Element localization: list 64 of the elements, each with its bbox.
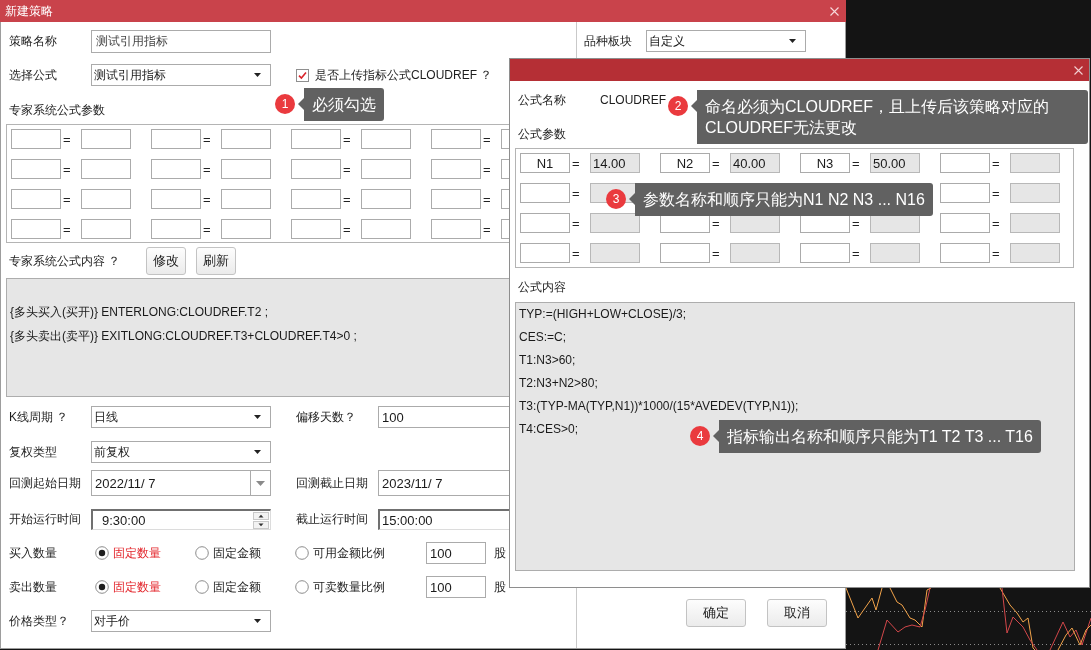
equals-sign: = xyxy=(343,191,351,207)
equals-sign: = xyxy=(572,215,580,231)
field-label: 价格类型？ xyxy=(9,613,69,628)
callout-tooltip: 参数名称和顺序只能为N1 N2 N3 ... N16 xyxy=(629,183,933,216)
field-label: 专家系统公式内容 ？ xyxy=(9,253,121,268)
code-line: {多头卖出(卖平)} EXITLONG:CLOUDREF.T3+CLOUDREF.T4>0 ; xyxy=(10,328,357,345)
equals-sign: = xyxy=(483,131,491,147)
field-label: 卖出数量 xyxy=(9,579,57,594)
equals-sign: = xyxy=(992,245,1000,261)
field-label: 开始运行时间 xyxy=(9,512,81,526)
equals-sign: = xyxy=(483,161,491,177)
code-line: T1:N3>60; xyxy=(519,352,576,369)
equals-sign: = xyxy=(203,161,211,177)
field-label: 选择公式 xyxy=(9,67,57,82)
section-label: 公式参数 xyxy=(518,125,566,143)
equals-sign: = xyxy=(572,245,580,261)
equals-sign: = xyxy=(203,191,211,207)
formula-name: CLOUDREF xyxy=(600,93,666,107)
equals-sign: = xyxy=(63,221,71,237)
section-label: 公式内容 xyxy=(518,278,566,296)
equals-sign: = xyxy=(992,215,1000,231)
equals-sign: = xyxy=(483,191,491,207)
equals-sign: = xyxy=(992,185,1000,201)
equals-sign: = xyxy=(63,131,71,147)
equals-sign: = xyxy=(572,155,580,171)
equals-sign: = xyxy=(483,221,491,237)
equals-sign: = xyxy=(852,215,860,231)
unit-label: 股 xyxy=(494,578,506,596)
equals-sign: = xyxy=(63,161,71,177)
equals-sign: = xyxy=(852,245,860,261)
equals-sign: = xyxy=(712,215,720,231)
equals-sign: = xyxy=(343,161,351,177)
equals-sign: = xyxy=(572,185,580,201)
code-line: T2:N3+N2>80; xyxy=(519,375,598,392)
field-label: 买入数量 xyxy=(9,545,57,560)
field-label: K线周期 ？ xyxy=(9,409,69,424)
field-label: 回测截止日期 xyxy=(296,475,368,490)
equals-sign: = xyxy=(852,155,860,171)
equals-sign: = xyxy=(712,245,720,261)
equals-sign: = xyxy=(63,191,71,207)
field-label: 偏移天数？ xyxy=(296,409,356,424)
field-label: 策略名称 xyxy=(9,34,57,48)
equals-sign: = xyxy=(203,131,211,147)
code-line: TYP:=(HIGH+LOW+CLOSE)/3; xyxy=(519,306,687,323)
equals-sign: = xyxy=(992,155,1000,171)
code-line: CES:=C; xyxy=(519,329,566,346)
equals-sign: = xyxy=(203,221,211,237)
field-label: 品种板块 xyxy=(584,33,632,48)
field-label: 复权类型 xyxy=(9,444,57,459)
code-line: {多头买入(买开)} ENTERLONG:CLOUDREF.T2 ; xyxy=(10,304,269,321)
field-label: 截止运行时间 xyxy=(296,512,368,526)
callout-tooltip: 必须勾选 xyxy=(298,88,384,121)
equals-sign: = xyxy=(343,131,351,147)
code-line: T4:CES>0; xyxy=(519,421,579,438)
equals-sign: = xyxy=(712,155,720,171)
field-label: 回测起始日期 xyxy=(9,475,81,490)
callout-tooltip: 指标输出名称和顺序只能为T1 T2 T3 ... T16 xyxy=(713,420,1041,453)
code-line: T3:(TYP-MA(TYP,N1))*1000/(15*AVEDEV(TYP,N1)); xyxy=(519,398,799,415)
callout-tooltip: 命名必须为CLOUDREF，且上传后该策略对应的CLOUDREF无法更改 xyxy=(691,90,1088,144)
unit-label: 股 xyxy=(494,544,506,562)
window-title: 新建策略 xyxy=(5,2,53,20)
equals-sign: = xyxy=(343,221,351,237)
field-label: 公式名称 xyxy=(518,92,566,107)
section-label: 专家系统公式参数 xyxy=(9,101,105,119)
